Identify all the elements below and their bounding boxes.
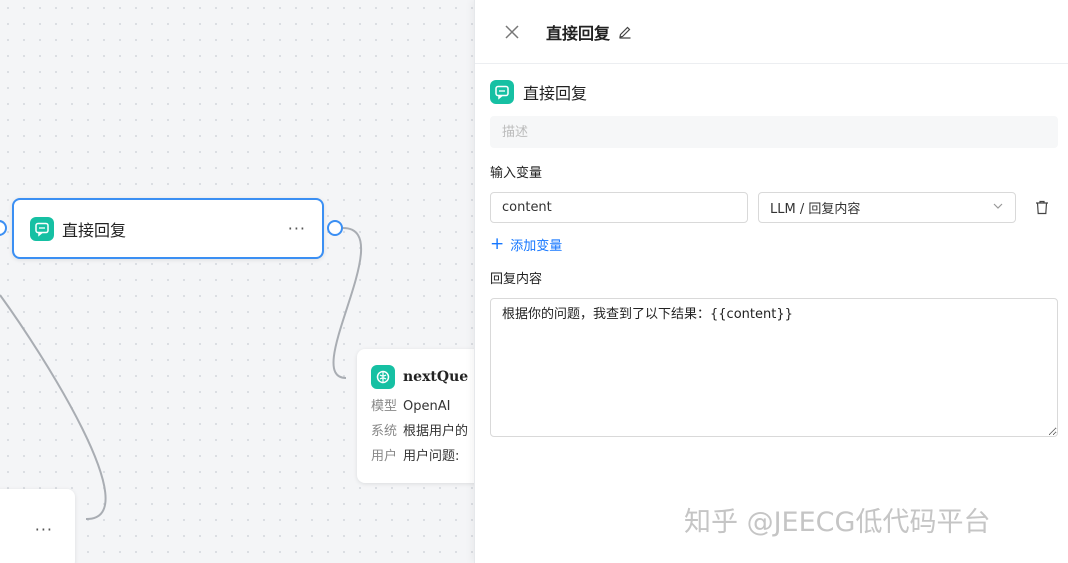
variable-source-value: LLM / 回复内容 (770, 202, 861, 217)
bottom-node[interactable]: ··· (0, 489, 75, 563)
reply-node-more-button[interactable]: ··· (288, 219, 306, 238)
bottom-node-more-button[interactable]: ··· (35, 520, 53, 539)
reply-node-output-port[interactable] (327, 220, 343, 236)
workflow-canvas[interactable]: 直接回复 ··· nextQue 模型 OpenAI 系统 根据用户的 用户 用户问题… (0, 0, 474, 563)
edit-pencil-icon[interactable] (618, 25, 632, 39)
reply-content-textarea[interactable]: 根据你的问题，我查到了以下结果：{{content}} (490, 298, 1058, 437)
reply-content-label: 回复内容 (490, 272, 543, 287)
add-variable-button[interactable]: + 添加变量 (490, 234, 580, 255)
edge-left-to-bottom (0, 294, 107, 521)
llm-node[interactable]: nextQue 模型 OpenAI 系统 根据用户的 用户 用户问题: (357, 349, 474, 483)
node-name: 直接回复 (523, 84, 588, 103)
node-config-panel: 直接回复 直接回复 输入变量 LLM / 回复内容 (474, 0, 1068, 563)
node-name-row: 直接回复 (490, 80, 1057, 104)
chevron-down-icon (992, 200, 1004, 216)
add-variable-label: 添加变量 (510, 239, 563, 254)
brain-icon (371, 365, 395, 389)
input-variables-label: 输入变量 (490, 166, 543, 181)
panel-title: 直接回复 (546, 23, 611, 43)
variable-name-input[interactable] (490, 192, 748, 223)
chat-reply-icon (490, 80, 514, 104)
close-icon[interactable] (503, 23, 521, 41)
description-input[interactable] (490, 116, 1058, 148)
trash-icon[interactable] (1035, 200, 1049, 215)
panel-header: 直接回复 (475, 0, 1068, 64)
plus-icon: + (490, 234, 505, 254)
llm-node-row-model: 模型 OpenAI (371, 399, 451, 414)
reply-node-title: 直接回复 (62, 220, 127, 240)
variable-source-select[interactable]: LLM / 回复内容 (758, 192, 1016, 223)
llm-node-title: nextQue (403, 369, 469, 385)
llm-node-row-system: 系统 根据用户的 (371, 424, 469, 439)
chat-reply-icon (30, 216, 54, 241)
variable-row: LLM / 回复内容 (490, 192, 1057, 223)
reply-node[interactable]: 直接回复 ··· (12, 198, 324, 259)
llm-node-row-user: 用户 用户问题: (371, 449, 460, 464)
